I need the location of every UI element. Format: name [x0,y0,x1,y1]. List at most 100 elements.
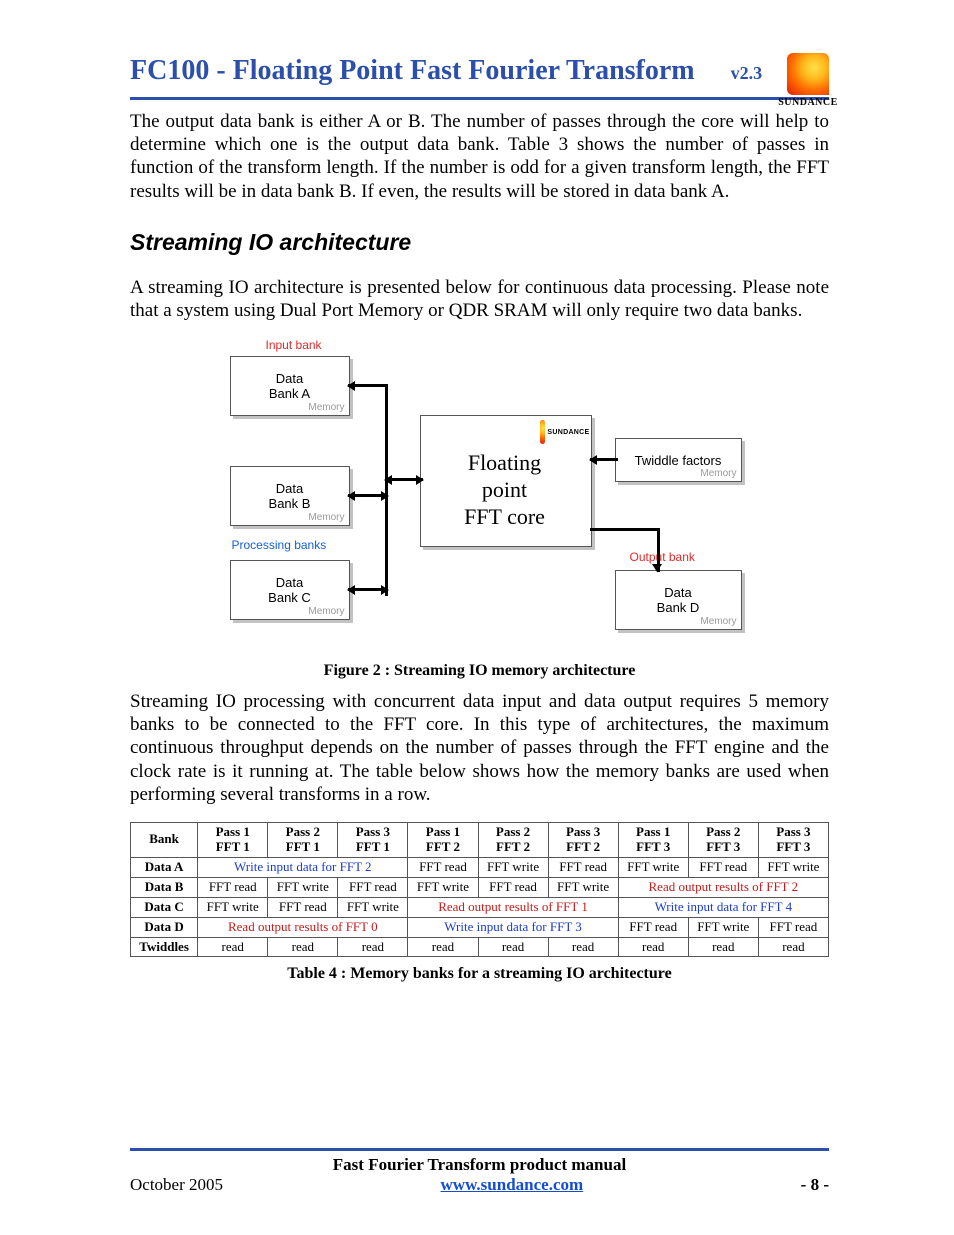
box-data-bank-a: Data Bank A Memory [230,356,350,416]
sun-icon [787,53,829,95]
cell: FFT read [408,857,478,877]
cell: FFT write [268,877,338,897]
cell: read [758,937,828,957]
cell: read [268,937,338,957]
brand-logo: SUNDANCE [769,53,847,108]
box-twiddle-factors: Twiddle factors Memory [615,438,742,482]
table-memory-banks: Bank Pass 1 FFT 1 Pass 2 FFT 1 Pass 3 FF… [130,822,829,958]
row-label: Twiddles [131,937,198,957]
row-label: Data C [131,897,198,917]
table-row: Data B FFT read FFT write FFT read FFT w… [131,877,829,897]
memory-label: Memory [308,512,344,523]
col-p3f2: Pass 3 FFT 2 [548,822,618,857]
cell: FFT read [688,857,758,877]
cell: FFT write [548,877,618,897]
cell: read [408,937,478,957]
core-line1: Floating [468,450,541,475]
cell: read [478,937,548,957]
brand-name: SUNDANCE [778,97,838,108]
cell: FFT read [618,917,688,937]
cell: FFT write [198,897,268,917]
memory-label: Memory [308,402,344,413]
cell: FFT read [548,857,618,877]
cell-read-fft1: Read output results of FFT 1 [408,897,618,917]
footer-rule [130,1148,829,1151]
table-row: Data D Read output results of FFT 0 Writ… [131,917,829,937]
cell: FFT write [758,857,828,877]
figure2-caption: Figure 2 : Streaming IO memory architect… [130,662,829,680]
cell: read [548,937,618,957]
cell-read-fft2: Read output results of FFT 2 [618,877,828,897]
table-row: Twiddles read read read read read read r… [131,937,829,957]
arrow-trunk-core [385,478,423,481]
col-p1f1: Pass 1 FFT 1 [198,822,268,857]
col-bank: Bank [131,822,198,857]
core-brand-text: SUNDANCE [547,429,589,436]
col-p2f2: Pass 2 FFT 2 [478,822,548,857]
core-line2: point [482,477,527,502]
cell: FFT read [198,877,268,897]
cell: FFT read [338,877,408,897]
cell-write-fft3: Write input data for FFT 3 [408,917,618,937]
sun-icon [540,420,546,444]
arrowhead-down-icon [652,564,662,572]
cell: read [618,937,688,957]
row-label: Data D [131,917,198,937]
label-input-bank: Input bank [266,338,322,352]
cell: FFT read [478,877,548,897]
row-label: Data A [131,857,198,877]
cell: FFT write [618,857,688,877]
paragraph-streaming-intro: A streaming IO architecture is presented… [130,276,829,322]
section-heading-streaming-io: Streaming IO architecture [130,229,829,256]
doc-title: FC100 - Floating Point Fast Fourier Tran… [130,55,829,87]
cell: FFT write [338,897,408,917]
paragraph-streaming-detail: Streaming IO processing with concurrent … [130,690,829,806]
bank-c-text: Data Bank C [268,575,311,605]
label-output-bank: Output bank [630,550,695,564]
cell: FFT write [408,877,478,897]
memory-label: Memory [700,468,736,479]
header-rule [130,97,829,100]
bank-a-text: Data Bank A [269,371,310,401]
table4-caption: Table 4 : Memory banks for a streaming I… [130,965,829,983]
col-p3f3: Pass 3 FFT 3 [758,822,828,857]
cell: FFT write [478,857,548,877]
col-p2f3: Pass 2 FFT 3 [688,822,758,857]
arrow-bank-c [348,588,388,591]
cell: read [198,937,268,957]
box-data-bank-c: Data Bank C Memory [230,560,350,620]
col-p2f1: Pass 2 FFT 1 [268,822,338,857]
arrow-core-twiddle [590,458,618,461]
col-p3f1: Pass 3 FFT 1 [338,822,408,857]
memory-label: Memory [308,606,344,617]
row-label: Data B [131,877,198,897]
label-processing-banks: Processing banks [232,538,327,552]
figure-streaming-io-architecture: Input bank Processing banks Output bank … [220,338,740,648]
arrow-bank-b [348,494,388,497]
doc-version: v2.3 [731,63,763,84]
twiddle-text: Twiddle factors [635,453,722,468]
memory-label: Memory [700,616,736,627]
arrow-bank-a [348,384,388,387]
page-footer: Fast Fourier Transform product manual Oc… [130,1148,829,1195]
footer-link[interactable]: www.sundance.com [441,1175,584,1195]
cell: read [688,937,758,957]
table-header-row: Bank Pass 1 FFT 1 Pass 2 FFT 1 Pass 3 FF… [131,822,829,857]
table-row: Data A Write input data for FFT 2 FFT re… [131,857,829,877]
footer-manual-title: Fast Fourier Transform product manual [130,1155,829,1175]
core-title: Floating point FFT core [435,450,575,530]
cell: read [338,937,408,957]
cell: FFT read [268,897,338,917]
doc-title-text: FC100 - Floating Point Fast Fourier Tran… [130,55,695,87]
cell-write-fft2: Write input data for FFT 2 [198,857,408,877]
bank-d-text: Data Bank D [657,585,700,615]
box-data-bank-d: Data Bank D Memory [615,570,742,630]
cell-write-fft4: Write input data for FFT 4 [618,897,828,917]
table-row: Data C FFT write FFT read FFT write Read… [131,897,829,917]
bank-b-text: Data Bank B [269,481,311,511]
cell-read-fft0: Read output results of FFT 0 [198,917,408,937]
cell: FFT write [688,917,758,937]
col-p1f2: Pass 1 FFT 2 [408,822,478,857]
core-line3: FFT core [464,504,545,529]
core-brand-logo: SUNDANCE [540,418,590,446]
